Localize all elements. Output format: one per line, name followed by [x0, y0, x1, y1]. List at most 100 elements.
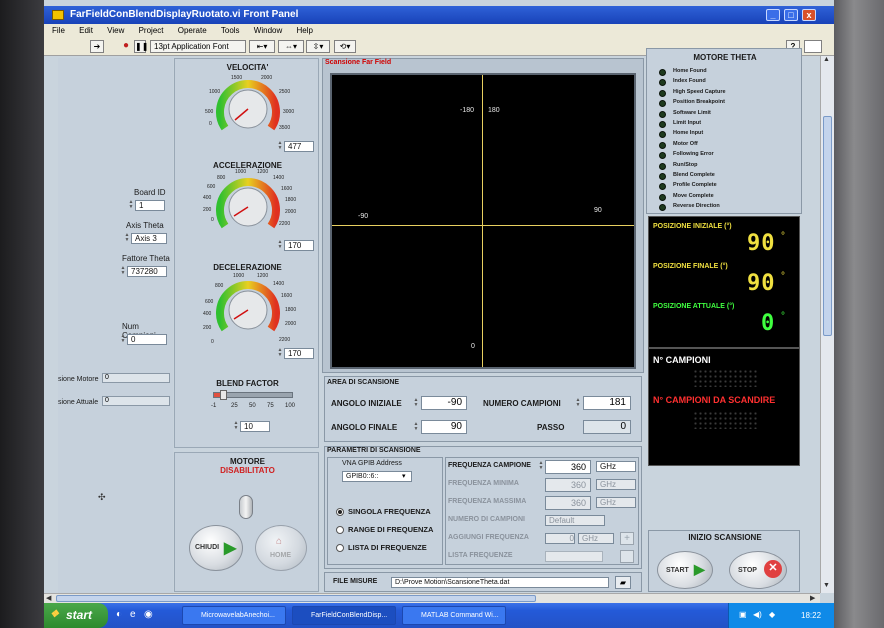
volume-icon[interactable]: ◀) [753, 610, 762, 619]
task-matlab[interactable]: MATLAB Command Wi... [402, 606, 506, 625]
velocita-tick: 500 [205, 109, 214, 115]
menu-file[interactable]: File [44, 24, 69, 35]
aggiungi-freq-unit-select[interactable]: GHz [578, 533, 614, 544]
board-id-input[interactable]: 1 [135, 200, 165, 211]
status-led [659, 173, 666, 180]
status-led [659, 89, 666, 97]
tray-app-icon[interactable]: ◆ [769, 610, 775, 619]
horizontal-scroll-thumb[interactable] [56, 595, 536, 602]
freq-campione-unit-select[interactable]: GHz [596, 461, 636, 472]
decelerazione-input[interactable]: 170 [284, 348, 314, 359]
chiudi-button[interactable]: CHIUDI ▶ [189, 525, 243, 571]
freq-minima-input[interactable]: 360 [545, 478, 591, 492]
fattore-theta-spinner-icon[interactable]: ▲ ▼ [120, 266, 126, 277]
blend-factor-slider[interactable] [213, 390, 293, 400]
freq-minima-unit-select[interactable]: GHz [596, 479, 636, 490]
browse-folder-icon[interactable]: ▰ [615, 576, 631, 589]
distribute-icon[interactable]: ⇔▾ [278, 40, 304, 53]
angolo-iniziale-spinner-icon[interactable]: ▲ ▼ [413, 398, 419, 409]
resize-icon[interactable]: ⇳▾ [306, 40, 330, 53]
file-path-input[interactable]: D:\Prove Motion\ScansioneTheta.dat [391, 577, 609, 588]
reorder-icon[interactable]: ⟲▾ [334, 40, 356, 53]
font-select[interactable]: 13pt Application Font [150, 40, 246, 53]
freq-campione-spinner-icon[interactable]: ▲ ▼ [538, 461, 544, 472]
freq-massima-unit-select[interactable]: GHz [596, 497, 636, 508]
far-field-graph[interactable]: -180 180 -90 90 0 [330, 73, 636, 369]
accelerazione-input[interactable]: 170 [284, 240, 314, 251]
axis-theta-label: Axis Theta [126, 221, 164, 230]
maximize-button[interactable]: □ [784, 9, 798, 21]
num-campioni-spinner-icon[interactable]: ▲ ▼ [120, 334, 126, 345]
motore-toggle-switch[interactable] [239, 495, 253, 519]
radio-range[interactable] [336, 526, 344, 534]
pause-icon[interactable]: ❚❚ [134, 40, 148, 53]
window-titlebar[interactable]: FarFieldConBlendDisplayRuotato.vi Front … [44, 6, 834, 24]
frequency-group: FREQUENZA CAMPIONE ▲ ▼ 360 GHz FREQUENZA … [445, 457, 639, 565]
start-button[interactable]: START ▶ [657, 551, 713, 589]
menu-view[interactable]: View [99, 24, 128, 35]
scroll-left-icon[interactable]: ◀ [46, 594, 51, 602]
freq-massima-input[interactable]: 360 [545, 496, 591, 510]
scroll-down-icon[interactable]: ▼ [823, 582, 830, 589]
accelerazione-spinner-icon[interactable]: ▲ ▼ [277, 240, 283, 251]
horizontal-scrollbar[interactable]: ◀ ▶ [44, 593, 820, 603]
numero-campioni-spinner-icon[interactable]: ▲ ▼ [575, 398, 581, 409]
lista-frequenze-list[interactable] [545, 551, 603, 562]
vertical-scrollbar[interactable]: ▲ ▼ [820, 56, 834, 593]
decelerazione-tick: 200 [203, 325, 212, 331]
start-menu-button[interactable]: ❖ start [44, 603, 108, 628]
numero-campioni-input[interactable]: 181 [583, 396, 631, 410]
axis-theta-spinner-icon[interactable]: ▲ ▼ [124, 233, 130, 244]
quicklaunch-browser-icon[interactable]: ◐ [116, 609, 122, 620]
vertical-scroll-thumb[interactable] [823, 116, 832, 336]
velocita-input[interactable]: 477 [284, 141, 314, 152]
add-frequency-icon[interactable]: + [620, 532, 634, 545]
scroll-up-icon[interactable]: ▲ [823, 56, 830, 63]
num-campioni-input[interactable]: 0 [127, 334, 167, 345]
decelerazione-spinner-icon[interactable]: ▲ ▼ [277, 348, 283, 359]
vna-dropdown-icon[interactable]: ▾ [402, 472, 406, 480]
angolo-iniziale-input[interactable]: -90 [421, 396, 467, 410]
status-led [659, 152, 666, 160]
decelerazione-tick: 1000 [233, 273, 245, 279]
freq-campione-input[interactable]: 360 [545, 460, 591, 474]
menu-operate[interactable]: Operate [170, 24, 211, 35]
close-button[interactable]: x [802, 9, 816, 21]
blend-factor-input[interactable]: 10 [240, 421, 270, 432]
network-icon[interactable]: ▣ [739, 610, 747, 619]
remove-frequency-icon[interactable] [620, 550, 634, 563]
minimize-button[interactable]: _ [766, 9, 780, 21]
status-led-label: Home Found [673, 68, 707, 74]
angolo-finale-spinner-icon[interactable]: ▲ ▼ [413, 422, 419, 433]
stop-button[interactable]: STOP ✕ [729, 551, 787, 589]
menu-window[interactable]: Window [246, 24, 286, 35]
blend-tick: -1 [211, 403, 217, 409]
posizione-attuale-label: sione Attuale [58, 399, 99, 406]
board-id-spinner-icon[interactable]: ▲ ▼ [128, 200, 134, 211]
menu-tools[interactable]: Tools [213, 24, 244, 35]
menu-edit[interactable]: Edit [71, 24, 97, 35]
blend-factor-thumb[interactable] [220, 390, 227, 400]
aggiungi-freq-input[interactable]: 0 [545, 533, 575, 544]
home-button[interactable]: ⌂ HOME [255, 525, 307, 571]
menu-help[interactable]: Help [288, 24, 316, 35]
fattore-theta-input[interactable]: 737280 [127, 266, 167, 277]
num-campioni-freq-select[interactable]: Default [545, 515, 605, 526]
menu-project[interactable]: Project [131, 24, 168, 35]
scroll-right-icon[interactable]: ▶ [810, 594, 815, 602]
quicklaunch-ie-icon[interactable]: e [130, 609, 136, 620]
task-microwavelab[interactable]: MicrowavelabAnechoi... [182, 606, 286, 625]
quicklaunch-media-icon[interactable]: ◉ [144, 609, 153, 620]
accelerazione-knob[interactable] [211, 170, 285, 244]
align-icon[interactable]: ⇤▾ [249, 40, 275, 53]
abort-icon[interactable]: ● [120, 40, 132, 53]
run-arrow-icon[interactable]: ➔ [90, 40, 104, 53]
velocita-knob[interactable] [211, 72, 285, 146]
task-farfield[interactable]: FarFieldConBlendDisp... [292, 606, 396, 625]
radio-singola[interactable] [336, 508, 344, 516]
blend-spinner-icon[interactable]: ▲ ▼ [233, 421, 239, 432]
radio-lista[interactable] [336, 544, 344, 552]
axis-theta-input[interactable]: Axis 3 [131, 233, 167, 244]
angolo-finale-input[interactable]: 90 [421, 420, 467, 434]
velocita-spinner-icon[interactable]: ▲ ▼ [277, 141, 283, 152]
